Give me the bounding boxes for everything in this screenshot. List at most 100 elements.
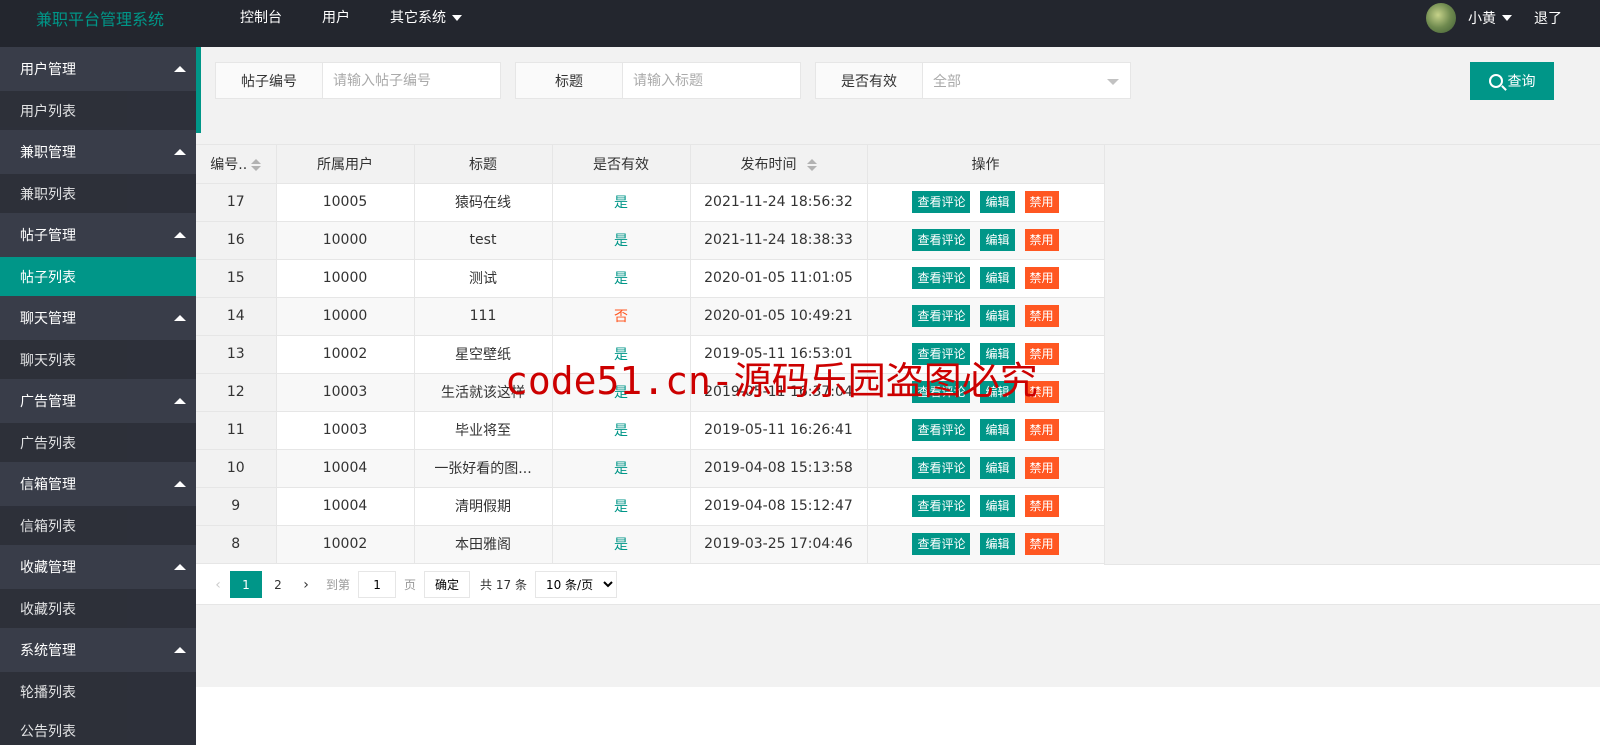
table-row: 8 10002 本田雅阁是 2019-03-25 17:04:46 查看评论 编辑 禁用: [196, 525, 1105, 564]
disable-button[interactable]: 禁用: [1024, 267, 1059, 289]
disable-button[interactable]: 禁用: [1024, 381, 1059, 403]
cell-id: 8: [196, 525, 277, 564]
sidebar-item-chat-list[interactable]: 聊天列表: [0, 340, 196, 379]
view-comments-button[interactable]: 查看评论: [912, 343, 971, 365]
search-accent-bar: [196, 47, 201, 133]
logout-link[interactable]: 退了: [1534, 8, 1562, 28]
view-comments-button[interactable]: 查看评论: [912, 381, 971, 403]
nav-dashboard[interactable]: 控制台: [220, 0, 302, 36]
cell-time: 2020-01-05 10:49:21: [690, 297, 868, 336]
edit-button[interactable]: 编辑: [980, 305, 1015, 327]
top-header: 兼职平台管理系统 控制台 用户 其它系统 小黄 退了: [0, 0, 1600, 47]
edit-button[interactable]: 编辑: [980, 343, 1015, 365]
sidebar-item-user-management[interactable]: 用户管理: [0, 47, 196, 91]
edit-button[interactable]: 编辑: [980, 381, 1015, 403]
view-comments-button[interactable]: 查看评论: [912, 305, 971, 327]
sidebar-item-ad-list[interactable]: 广告列表: [0, 423, 196, 462]
prev-page-icon[interactable]: ‹: [206, 577, 230, 593]
edit-button[interactable]: 编辑: [980, 267, 1015, 289]
post-table-container: 编号.. 所属用户 标题 是否有效 发布时间 操作 17 10005 猿码在线是 20…: [196, 144, 1600, 604]
view-comments-button[interactable]: 查看评论: [912, 419, 971, 441]
cell-user: 10005: [276, 183, 415, 222]
sidebar-item-post-list[interactable]: 帖子列表: [0, 257, 196, 296]
disable-button[interactable]: 禁用: [1024, 457, 1059, 479]
sidebar-item-ad-management[interactable]: 广告管理: [0, 379, 196, 423]
nav-other-systems[interactable]: 其它系统: [370, 0, 482, 36]
cell-actions: 查看评论 编辑 禁用: [867, 449, 1105, 488]
title-input[interactable]: [623, 63, 799, 98]
column-header-time[interactable]: 发布时间: [690, 145, 868, 184]
page-1-button[interactable]: 1: [230, 571, 262, 598]
chevron-down-icon: [1107, 79, 1119, 85]
cell-id: 12: [196, 373, 277, 412]
cell-id: 14: [196, 297, 277, 336]
edit-button[interactable]: 编辑: [980, 533, 1015, 555]
sidebar-group-favorites: 收藏管理 收藏列表: [0, 545, 196, 628]
avatar[interactable]: [1426, 3, 1456, 33]
valid-select[interactable]: 全部: [923, 63, 1129, 98]
post-id-input[interactable]: [323, 63, 499, 98]
edit-button[interactable]: 编辑: [980, 191, 1015, 213]
cell-title: 生活就该这样: [414, 373, 553, 412]
cell-actions: 查看评论 编辑 禁用: [867, 259, 1105, 298]
disable-button[interactable]: 禁用: [1024, 343, 1059, 365]
cell-time: 2021-11-24 18:56:32: [690, 183, 868, 222]
edit-button[interactable]: 编辑: [980, 229, 1015, 251]
disable-button[interactable]: 禁用: [1024, 305, 1059, 327]
view-comments-button[interactable]: 查看评论: [912, 229, 971, 251]
cell-time: 2019-05-11 16:53:01: [690, 335, 868, 374]
table-row: 11 10003 毕业将至是 2019-05-11 16:26:41 查看评论 编辑 禁用: [196, 411, 1105, 450]
view-comments-button[interactable]: 查看评论: [912, 533, 971, 555]
sidebar-item-carousel-list[interactable]: 轮播列表: [0, 672, 196, 711]
sidebar-item-mailbox-management[interactable]: 信箱管理: [0, 462, 196, 506]
sidebar: 用户管理 用户列表 兼职管理 兼职列表 帖子管理 帖子列表 聊天管理 聊天列表 …: [0, 47, 196, 745]
edit-button[interactable]: 编辑: [980, 457, 1015, 479]
edit-button[interactable]: 编辑: [980, 419, 1015, 441]
cell-user: 10004: [276, 449, 415, 488]
goto-page-input[interactable]: [358, 571, 397, 598]
sidebar-item-favorite-management[interactable]: 收藏管理: [0, 545, 196, 589]
top-nav: 控制台 用户 其它系统: [220, 0, 482, 47]
sort-icon[interactable]: [251, 158, 262, 171]
cell-title: 清明假期: [414, 487, 553, 526]
sidebar-item-job-list[interactable]: 兼职列表: [0, 174, 196, 213]
view-comments-button[interactable]: 查看评论: [912, 495, 971, 517]
disable-button[interactable]: 禁用: [1024, 533, 1059, 555]
nav-users[interactable]: 用户: [302, 0, 370, 36]
view-comments-button[interactable]: 查看评论: [912, 191, 971, 213]
sidebar-item-chat-management[interactable]: 聊天管理: [0, 296, 196, 340]
sidebar-item-favorite-list[interactable]: 收藏列表: [0, 589, 196, 628]
view-comments-button[interactable]: 查看评论: [912, 267, 971, 289]
page-2-button[interactable]: 2: [262, 571, 294, 598]
cell-actions: 查看评论 编辑 禁用: [867, 297, 1105, 336]
user-menu[interactable]: 小黄: [1468, 8, 1512, 28]
edit-button[interactable]: 编辑: [980, 495, 1015, 517]
sidebar-item-system-management[interactable]: 系统管理: [0, 628, 196, 672]
sidebar-item-notice-list[interactable]: 公告列表: [0, 711, 196, 745]
sidebar-item-mailbox-list[interactable]: 信箱列表: [0, 506, 196, 545]
cell-time: 2019-04-08 15:12:47: [690, 487, 868, 526]
table-row: 10 10004 一张好看的图... 是 2019-04-08 15:13:58 查看评论…: [196, 449, 1105, 488]
goto-confirm-button[interactable]: 确定: [424, 571, 471, 598]
sidebar-item-job-management[interactable]: 兼职管理: [0, 130, 196, 174]
column-header-id[interactable]: 编号..: [196, 145, 277, 184]
view-comments-button[interactable]: 查看评论: [912, 457, 971, 479]
sidebar-item-post-management[interactable]: 帖子管理: [0, 213, 196, 257]
cell-actions: 查看评论 编辑 禁用: [867, 183, 1105, 222]
sort-icon[interactable]: [806, 158, 817, 171]
post-id-field: 帖子编号: [215, 62, 501, 99]
main-content: 帖子编号 标题 是否有效 全部 查询 编号..: [196, 47, 1600, 687]
page-unit-label: 页: [404, 578, 417, 592]
page-size-select[interactable]: 10 条/页: [534, 571, 617, 598]
disable-button[interactable]: 禁用: [1024, 495, 1059, 517]
cell-valid: 是: [552, 335, 691, 374]
cell-user: 10000: [276, 297, 415, 336]
disable-button[interactable]: 禁用: [1024, 229, 1059, 251]
cell-time: 2019-03-25 17:04:46: [690, 525, 868, 564]
sidebar-item-user-list[interactable]: 用户列表: [0, 91, 196, 130]
query-button[interactable]: 查询: [1470, 62, 1554, 100]
disable-button[interactable]: 禁用: [1024, 191, 1059, 213]
cell-actions: 查看评论 编辑 禁用: [867, 487, 1105, 526]
next-page-icon[interactable]: ›: [294, 577, 318, 593]
disable-button[interactable]: 禁用: [1024, 419, 1059, 441]
